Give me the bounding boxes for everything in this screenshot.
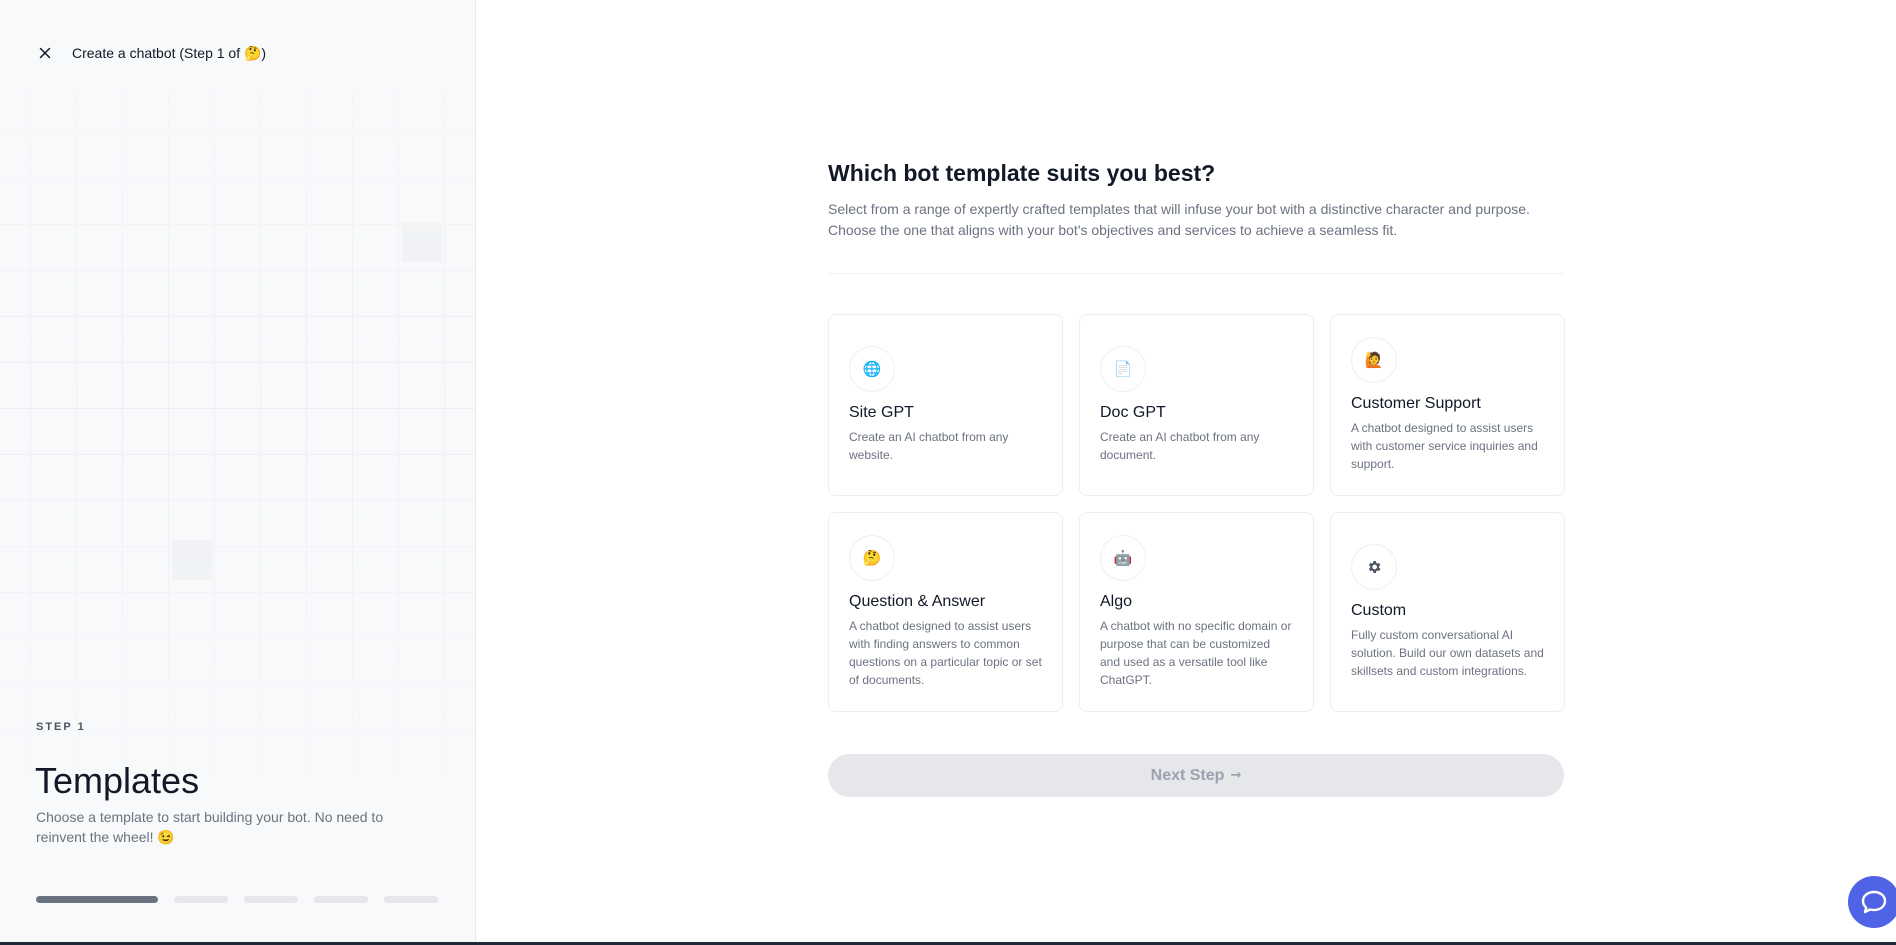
app-root: Create a chatbot (Step 1 of 🤔) STEP 1 Te… — [0, 0, 1896, 945]
gear-icon-svg — [1368, 561, 1381, 573]
grid-highlight-cell — [172, 540, 212, 580]
document-icon: 📄 — [1100, 346, 1146, 392]
template-description: A chatbot designed to assist users with … — [1351, 421, 1538, 471]
grid-highlight-cell — [402, 222, 442, 262]
progress-segment-5 — [384, 896, 438, 903]
progress-segment-4 — [314, 896, 368, 903]
step-progress — [36, 896, 438, 903]
wizard-header: Create a chatbot (Step 1 of 🤔) — [36, 44, 266, 62]
template-title: Doc GPT — [1100, 404, 1166, 421]
next-step-button[interactable]: Next Step → — [828, 754, 1564, 797]
template-title: Custom — [1351, 602, 1407, 619]
page-description-line-1: Select from a range of expertly crafted … — [828, 201, 1530, 217]
support-agent-icon: 🙋 — [1351, 337, 1397, 383]
template-description: Create an AI chatbot from any document. — [1100, 430, 1260, 462]
step-description: Choose a template to start building your… — [36, 809, 384, 845]
template-card-site-gpt[interactable]: 🌐 Site GPT Create an AI chatbot from any… — [828, 314, 1063, 496]
step-label: STEP 1 — [36, 721, 86, 733]
globe-icon: 🌐 — [849, 346, 895, 392]
template-card-doc-gpt[interactable]: 📄 Doc GPT Create an AI chatbot from any … — [1079, 314, 1314, 496]
template-description: Fully custom conversational AI solution.… — [1351, 628, 1544, 678]
gear-icon — [1351, 544, 1397, 590]
template-card-custom[interactable]: Custom Fully custom conversational AI so… — [1330, 512, 1565, 712]
page-description-line-2: Choose the one that aligns with your bot… — [828, 222, 1398, 238]
chat-bubble-icon — [1861, 890, 1887, 914]
robot-icon: 🤖 — [1100, 535, 1146, 581]
template-title: Customer Support — [1351, 395, 1481, 412]
close-icon[interactable] — [36, 44, 54, 62]
divider — [828, 273, 1564, 274]
template-card-question-answer[interactable]: 🤔 Question & Answer A chatbot designed t… — [828, 512, 1063, 712]
template-title: Site GPT — [849, 404, 914, 421]
progress-segment-3 — [244, 896, 298, 903]
progress-segment-2 — [174, 896, 228, 903]
wizard-title: Create a chatbot (Step 1 of 🤔) — [72, 44, 267, 61]
arrow-right-icon: → — [1230, 768, 1242, 783]
template-description: Create an AI chatbot from any website. — [849, 430, 1009, 462]
next-step-label: Next Step — [1150, 766, 1225, 784]
thinking-face-icon: 🤔 — [849, 535, 895, 581]
progress-segment-1 — [36, 896, 158, 903]
chat-support-button[interactable] — [1848, 876, 1896, 928]
grid-background — [0, 90, 475, 770]
template-description: A chatbot with no specific domain or pur… — [1100, 619, 1292, 687]
template-grid: 🌐 Site GPT Create an AI chatbot from any… — [828, 314, 1565, 712]
left-panel: Create a chatbot (Step 1 of 🤔) STEP 1 Te… — [0, 0, 476, 945]
page-description: Select from a range of expertly crafted … — [828, 199, 1564, 241]
template-selection: Which bot template suits you best? Selec… — [828, 160, 1565, 797]
template-card-algo[interactable]: 🤖 Algo A chatbot with no specific domain… — [1079, 512, 1314, 712]
template-title: Algo — [1100, 593, 1133, 610]
template-card-customer-support[interactable]: 🙋 Customer Support A chatbot designed to… — [1330, 314, 1565, 496]
step-title: Templates — [35, 760, 200, 801]
page-title: Which bot template suits you best? — [828, 160, 1216, 186]
template-description: A chatbot designed to assist users with … — [849, 619, 1042, 687]
template-title: Question & Answer — [849, 593, 986, 610]
